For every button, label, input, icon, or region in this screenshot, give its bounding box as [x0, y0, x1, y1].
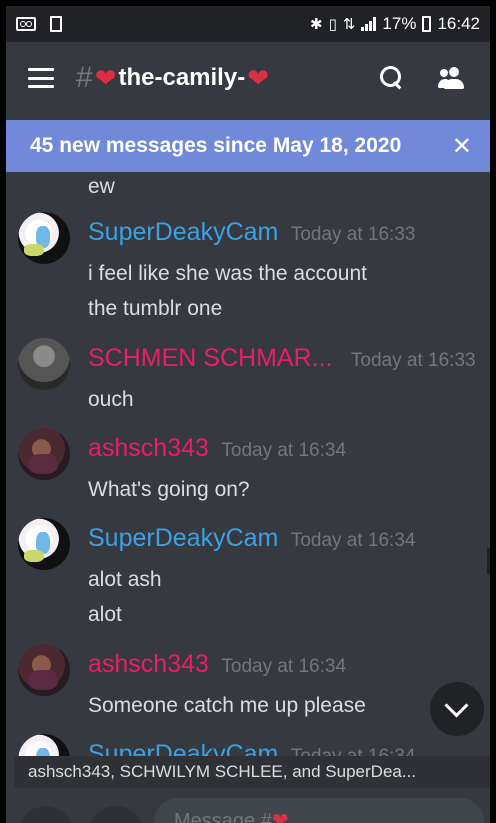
message-line: alot ash	[88, 568, 162, 591]
message-line: What's going on?	[88, 478, 250, 501]
jump-to-bottom-button[interactable]	[430, 682, 484, 736]
timestamp: Today at 16:34	[221, 656, 347, 677]
battery-percent: 17%	[382, 14, 417, 33]
vibrate-icon: ▯	[328, 16, 337, 33]
gallery-button[interactable]	[88, 806, 144, 823]
add-attachment-button[interactable]	[18, 806, 74, 823]
typing-text: ashsch343, SCHWILYM SCHLEE, and SuperDea…	[28, 762, 417, 781]
typing-indicator: ashsch343, SCHWILYM SCHLEE, and SuperDea…	[14, 756, 490, 788]
message-input[interactable]: Message #❤	[154, 798, 484, 823]
members-icon[interactable]	[438, 67, 468, 89]
voicemail-icon	[16, 17, 36, 31]
author-name[interactable]: ashsch343	[88, 434, 209, 462]
timestamp: Today at 16:34	[291, 746, 416, 756]
close-icon[interactable]: ✕	[452, 132, 472, 161]
timestamp: Today at 16:34	[221, 440, 347, 461]
channel-header: # ❤ the-camily- ❤	[6, 42, 490, 114]
avatar[interactable]	[18, 212, 70, 264]
author-name[interactable]: SuperDeakyCam	[88, 218, 278, 246]
author-name[interactable]: SCHMEN SCHMAR...	[88, 344, 332, 372]
channel-name: the-camily-	[118, 64, 246, 91]
message-line: Someone catch me up please	[88, 694, 366, 717]
channel-hash-icon: #	[76, 61, 93, 94]
message-line: i feel like she was the account	[88, 262, 367, 285]
new-messages-banner[interactable]: 45 new messages since May 18, 2020 ✕	[6, 120, 490, 172]
author-name[interactable]: ashsch343	[88, 650, 209, 678]
clock: 16:42	[437, 14, 480, 33]
avatar[interactable]	[18, 338, 70, 390]
app-frame: ✱ ▯ ⇅ 17% 16:42 # ❤ the-camily- ❤ 45 new…	[6, 6, 490, 823]
message-line: alot	[88, 603, 122, 626]
message-composer: Message #❤	[6, 788, 490, 823]
message-line: the tumblr one	[88, 297, 223, 320]
author-name[interactable]: SuperDeakyCam	[88, 740, 278, 756]
message-list[interactable]: ew SuperDeakyCam Today at 16:33 i feel l…	[6, 172, 490, 756]
search-icon[interactable]	[380, 66, 404, 90]
avatar[interactable]	[18, 734, 70, 756]
message-line: ouch	[88, 388, 134, 411]
avatar[interactable]	[18, 428, 70, 480]
heart-emoji: ❤	[94, 62, 117, 93]
menu-icon[interactable]	[28, 68, 54, 88]
status-bar: ✱ ▯ ⇅ 17% 16:42	[6, 6, 490, 42]
new-messages-text[interactable]: 45 new messages since May 18, 2020	[6, 134, 401, 158]
timestamp: Today at 16:34	[290, 530, 416, 551]
scrollbar[interactable]	[487, 548, 490, 574]
message-placeholder: Message #	[174, 810, 272, 823]
data-icon: ⇅	[342, 16, 356, 33]
bluetooth-icon: ✱	[310, 16, 323, 33]
heart-emoji: ❤	[247, 62, 269, 93]
timestamp: Today at 16:33	[350, 350, 476, 371]
avatar[interactable]	[18, 644, 70, 696]
battery-icon	[422, 16, 432, 32]
heart-emoji: ❤	[271, 810, 289, 823]
message-line: ew	[88, 175, 115, 198]
signal-icon	[361, 17, 377, 31]
avatar[interactable]	[18, 518, 70, 570]
author-name[interactable]: SuperDeakyCam	[88, 524, 278, 552]
timestamp: Today at 16:33	[290, 224, 416, 245]
sim-card-icon	[50, 16, 62, 32]
